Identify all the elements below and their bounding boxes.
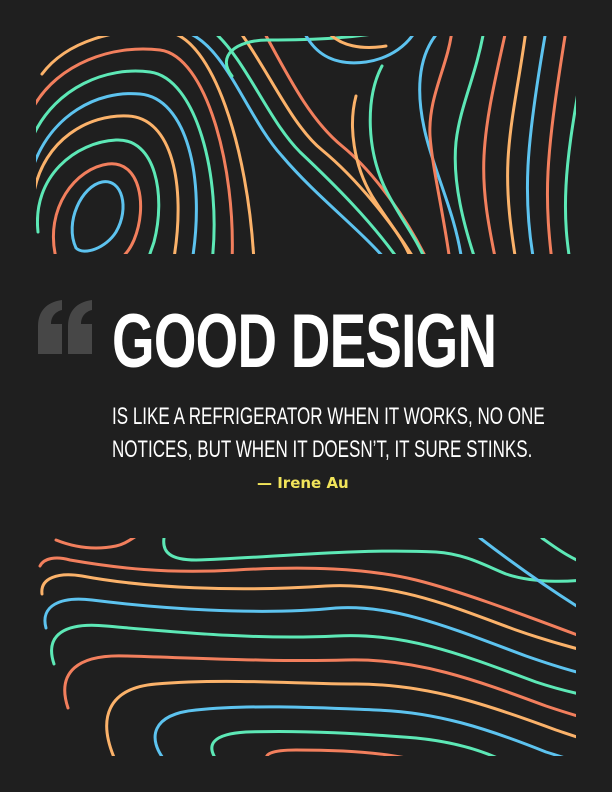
quote-line-1: IS LIKE A REFRIGERATOR WHEN IT WORKS, NO… bbox=[112, 403, 545, 430]
contour-line bbox=[506, 36, 527, 254]
contour-line bbox=[162, 538, 576, 583]
bottom-contour-lines-graphic bbox=[38, 538, 576, 756]
quote-mark-icon bbox=[38, 300, 92, 354]
quote-line-2: NOTICES, BUT WHEN IT DOESN’T, IT SURE ST… bbox=[112, 436, 533, 463]
contour-line bbox=[563, 95, 576, 254]
contour-line bbox=[329, 36, 388, 49]
contour-line bbox=[368, 64, 425, 254]
contour-line bbox=[540, 538, 576, 562]
contour-line bbox=[265, 748, 404, 756]
contour-line bbox=[453, 36, 485, 254]
top-contour-pattern bbox=[36, 36, 576, 254]
bottom-contour-pattern bbox=[36, 538, 576, 756]
contour-line bbox=[190, 36, 383, 254]
contour-line bbox=[36, 47, 234, 254]
top-contour-lines-graphic bbox=[36, 36, 576, 254]
contour-line bbox=[63, 654, 576, 718]
contour-line bbox=[525, 36, 547, 254]
quote-body: IS LIKE A REFRIGERATOR WHEN IT WORKS, NO… bbox=[112, 400, 545, 466]
contour-line bbox=[351, 94, 411, 254]
contour-line bbox=[54, 538, 136, 550]
quote-attribution: — Irene Au bbox=[257, 474, 349, 492]
contour-line bbox=[70, 180, 125, 253]
quote-headline: GOOD DESIGN bbox=[112, 299, 497, 384]
contour-line bbox=[482, 36, 507, 254]
contour-line bbox=[428, 36, 453, 254]
contour-line bbox=[51, 162, 143, 254]
contour-line bbox=[545, 36, 567, 254]
